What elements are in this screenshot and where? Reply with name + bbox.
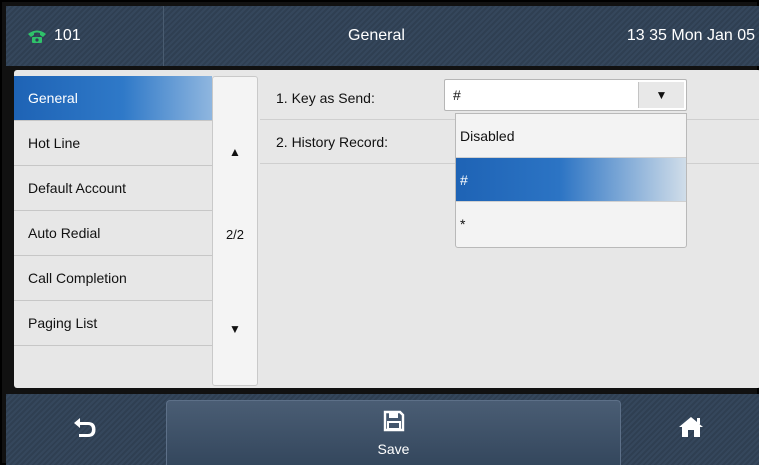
option-label: # bbox=[460, 171, 468, 188]
menu-item-paging-list[interactable]: Paging List bbox=[14, 301, 212, 346]
key-as-send-select[interactable]: # ▼ bbox=[444, 79, 687, 111]
menu-item-label: General bbox=[28, 90, 78, 106]
settings-menu: General Hot Line Default Account Auto Re… bbox=[14, 76, 212, 376]
option-label: * bbox=[460, 216, 466, 232]
floppy-disk-icon bbox=[383, 410, 405, 437]
menu-item-default-account[interactable]: Default Account bbox=[14, 166, 212, 211]
option-hash[interactable]: # bbox=[456, 158, 686, 202]
key-as-send-dropdown: Disabled # * bbox=[455, 113, 687, 248]
option-asterisk[interactable]: * bbox=[456, 202, 686, 246]
menu-item-label: Hot Line bbox=[28, 135, 81, 151]
home-icon bbox=[677, 415, 705, 444]
status-bar: 101 General 13 35 Mon Jan 05 bbox=[6, 6, 759, 66]
menu-item-label: Call Completion bbox=[28, 270, 127, 286]
page-title: General bbox=[348, 27, 405, 44]
softkey-bar: Save bbox=[6, 394, 759, 465]
menu-item-call-completion[interactable]: Call Completion bbox=[14, 256, 212, 301]
save-label: Save bbox=[377, 440, 410, 457]
setting-label: 1. Key as Send: bbox=[276, 89, 375, 106]
back-button[interactable] bbox=[6, 394, 164, 465]
account-number: 101 bbox=[54, 27, 81, 44]
back-arrow-icon bbox=[72, 416, 98, 443]
option-label: Disabled bbox=[460, 127, 515, 144]
menu-item-label: Default Account bbox=[28, 180, 127, 196]
phone-icon bbox=[26, 28, 48, 44]
clock: 13 35 Mon Jan 05 bbox=[626, 27, 755, 44]
menu-item-general[interactable]: General bbox=[14, 76, 212, 121]
save-button[interactable]: Save bbox=[166, 400, 621, 465]
menu-item-label: Auto Redial bbox=[28, 225, 101, 241]
setting-label: 2. History Record: bbox=[276, 133, 389, 150]
scroll-down-icon[interactable]: ▼ bbox=[213, 322, 257, 336]
menu-item-hot-line[interactable]: Hot Line bbox=[14, 121, 212, 166]
select-value: # bbox=[453, 87, 461, 103]
scroll-up-icon[interactable]: ▲ bbox=[213, 145, 257, 159]
account-indicator: 101 bbox=[6, 6, 164, 66]
menu-item-auto-redial[interactable]: Auto Redial bbox=[14, 211, 212, 256]
menu-item-empty bbox=[14, 346, 212, 391]
menu-scrollbar: ▲ 2/2 ▼ bbox=[212, 76, 258, 386]
chevron-down-icon[interactable]: ▼ bbox=[638, 82, 684, 108]
option-disabled[interactable]: Disabled bbox=[456, 114, 686, 158]
menu-item-label: Paging List bbox=[28, 315, 98, 331]
home-button[interactable] bbox=[623, 394, 759, 465]
phone-screen: 101 General 13 35 Mon Jan 05 General Hot… bbox=[0, 0, 759, 465]
page-indicator: 2/2 bbox=[225, 227, 245, 242]
